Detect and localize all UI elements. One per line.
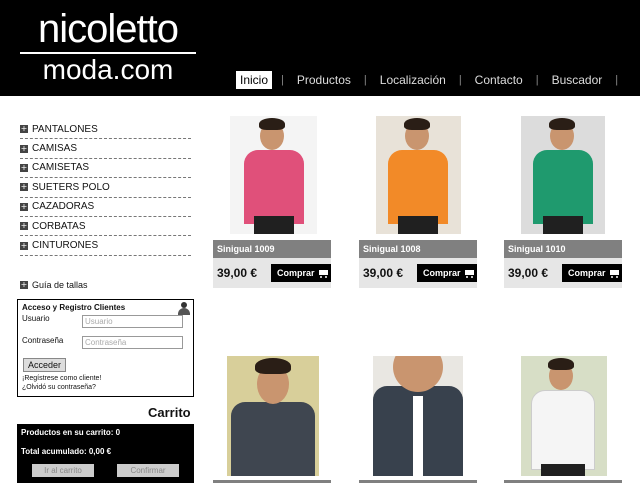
category-label: CINTURONES [32, 240, 99, 252]
size-guide-link[interactable]: + Guía de tallas [20, 278, 191, 292]
login-title: Acceso y Registro Clientes [22, 303, 126, 312]
username-label: Usuario [22, 314, 50, 323]
user-icon [178, 302, 190, 315]
password-label: Contraseña [22, 336, 64, 345]
username-input[interactable]: Usuario [82, 315, 183, 328]
plus-icon: + [20, 240, 28, 250]
plus-icon: + [20, 221, 28, 231]
product-image[interactable] [521, 356, 607, 476]
category-pantalones[interactable]: + PANTALONES [20, 120, 191, 140]
category-cazadoras[interactable]: + CAZADORAS [20, 198, 191, 217]
category-corbatas[interactable]: + CORBATAS [20, 217, 191, 237]
category-camisetas[interactable]: + CAMISETAS [20, 159, 191, 179]
go-to-cart-button[interactable]: Ir al carrito [32, 464, 94, 477]
plus-icon: + [20, 201, 28, 211]
category-cinturones[interactable]: + CINTURONES [20, 236, 191, 256]
product-name[interactable]: Sinigual 1008 [359, 240, 477, 258]
category-label: CORBATAS [32, 220, 86, 232]
register-link[interactable]: ¡Regístrese como cliente! [22, 375, 101, 382]
shopping-cart-icon [609, 268, 619, 278]
nav-separator: | [535, 74, 539, 86]
cart-items-count: Productos en su carrito: 0 [21, 428, 121, 437]
main-nav: Inicio | Productos | Localización | Cont… [236, 70, 627, 90]
product-price: 39,00 € [217, 266, 258, 280]
product-price: 39,00 € [508, 266, 549, 280]
product-name[interactable]: Sinigual 1009 [213, 240, 331, 258]
product-price: 39,00 € [363, 266, 404, 280]
product-image[interactable] [521, 116, 605, 234]
plus-icon: + [20, 162, 28, 172]
buy-button[interactable]: Comprar [562, 264, 622, 282]
nav-inicio[interactable]: Inicio [236, 71, 273, 89]
product-image[interactable] [230, 116, 317, 234]
nav-productos[interactable]: Productos [293, 71, 355, 89]
nav-localizacion[interactable]: Localización [376, 71, 450, 89]
plus-icon: + [20, 182, 28, 192]
price-bar: 39,00 € Comprar [359, 258, 477, 288]
nav-separator: | [281, 74, 284, 86]
confirm-button[interactable]: Confirmar [117, 464, 179, 477]
shopping-cart-icon [464, 268, 474, 278]
password-input[interactable]: Contraseña [82, 336, 183, 349]
login-panel: Acceso y Registro Clientes Usuario Usuar… [17, 299, 194, 397]
nav-separator: | [615, 74, 619, 86]
shopping-cart-icon [318, 268, 328, 278]
buy-label: Comprar [277, 268, 315, 278]
category-label: CAMISAS [32, 143, 78, 155]
category-label: CAMISETAS [32, 162, 90, 174]
buy-label: Comprar [423, 268, 461, 278]
buy-button[interactable]: Comprar [417, 264, 477, 282]
category-camisas[interactable]: + CAMISAS [20, 139, 191, 159]
product-image[interactable] [376, 116, 461, 234]
plus-icon: + [20, 124, 28, 134]
cart-title: Carrito [148, 405, 191, 420]
price-bar: 39,00 € Comprar [504, 258, 622, 288]
nav-separator: | [363, 74, 367, 86]
category-label: SUETERS POLO [32, 181, 110, 193]
cart-panel: Productos en su carrito: 0 Total acumula… [17, 424, 194, 483]
logo-line2: moda.com [42, 54, 174, 85]
product-image[interactable] [227, 356, 319, 476]
price-bar: 39,00 € Comprar [213, 258, 331, 288]
site-logo[interactable]: nicoletto moda.com [20, 7, 196, 85]
cart-total: Total acumulado: 0,00 € [21, 447, 112, 456]
category-list: + PANTALONES + CAMISAS + CAMISETAS + SUETERS… [20, 120, 191, 256]
size-guide-label: Guía de tallas [32, 280, 88, 290]
product-name[interactable]: Sinigual 1010 [504, 240, 622, 258]
product-image[interactable] [373, 356, 463, 476]
category-sueters-polo[interactable]: + SUETERS POLO [20, 178, 191, 198]
login-button[interactable]: Acceder [23, 358, 66, 372]
logo-line1: nicoletto [38, 7, 179, 51]
nav-buscador[interactable]: Buscador [548, 71, 607, 89]
plus-icon: + [20, 280, 28, 289]
buy-label: Comprar [568, 268, 606, 278]
nav-contacto[interactable]: Contacto [471, 71, 527, 89]
logo-divider [20, 52, 196, 54]
nav-separator: | [458, 74, 462, 86]
category-label: PANTALONES [32, 123, 98, 135]
category-label: CAZADORAS [32, 201, 95, 213]
plus-icon: + [20, 143, 28, 153]
buy-button[interactable]: Comprar [271, 264, 331, 282]
forgot-password-link[interactable]: ¿Olvidó su contraseña? [22, 384, 96, 391]
header: nicoletto moda.com Inicio | Productos | … [0, 0, 640, 96]
